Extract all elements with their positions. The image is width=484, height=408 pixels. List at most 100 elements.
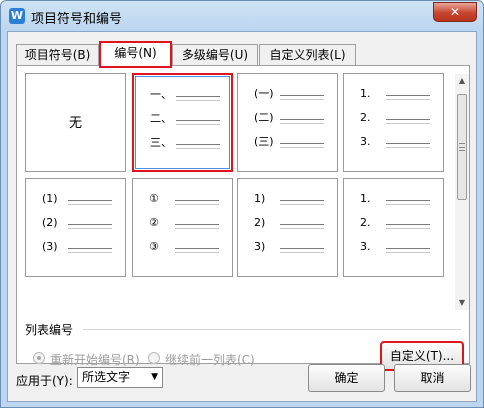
apply-to-select[interactable]: 所选文字 ▼ — [77, 367, 163, 388]
number-mark: 二、 — [150, 112, 172, 125]
text-placeholder-line — [280, 95, 324, 96]
numbering-style-option[interactable]: 1. 2. 3. — [343, 178, 444, 277]
apply-to-value: 所选文字 — [82, 370, 131, 384]
ok-button[interactable]: 确定 — [308, 364, 385, 392]
text-placeholder-line — [280, 248, 324, 249]
text-placeholder-line — [280, 123, 324, 124]
tab-bullets[interactable]: 项目符号(B) — [16, 44, 99, 66]
preview-line: 2. — [344, 216, 443, 230]
text-placeholder-line — [280, 204, 324, 205]
preview-line: 3. — [344, 135, 443, 149]
dialog-title: 项目符号和编号 — [31, 12, 123, 27]
text-placeholder-line — [386, 228, 430, 229]
text-placeholder-line — [176, 120, 220, 121]
text-placeholder-line — [175, 200, 219, 201]
text-placeholder-line — [386, 99, 430, 100]
text-placeholder-line — [175, 248, 219, 249]
number-mark: 三、 — [150, 136, 172, 149]
text-placeholder-line — [68, 228, 112, 229]
numbering-style-option[interactable]: 一、二、三、 — [132, 73, 233, 172]
text-placeholder-line — [386, 147, 430, 148]
cancel-button[interactable]: 取消 — [394, 364, 471, 392]
scroll-up-icon[interactable]: ▲ — [455, 74, 469, 88]
number-mark: ② — [149, 216, 159, 229]
tab-multilevel[interactable]: 多级编号(U) — [172, 44, 258, 66]
number-mark: 3. — [360, 135, 371, 148]
number-mark: 1) — [254, 192, 266, 205]
preview-line: 二、 — [134, 112, 231, 126]
text-placeholder-line — [176, 96, 220, 97]
scroll-thumb[interactable] — [457, 94, 467, 200]
number-mark: ③ — [149, 240, 159, 253]
numbering-style-option[interactable]: 1. 2. 3. — [343, 73, 444, 172]
numbering-style-option[interactable]: 1) 2) 3) — [237, 178, 338, 277]
text-placeholder-line — [386, 95, 430, 96]
preview-line: 3) — [238, 240, 337, 254]
preview-line: (3) — [26, 240, 125, 254]
text-placeholder-line — [280, 224, 324, 225]
tab-numbering[interactable]: 编号(N) — [99, 41, 172, 68]
number-mark: 2) — [254, 216, 266, 229]
text-placeholder-line — [280, 143, 324, 144]
dialog-body: 项目符号(B) 编号(N) 多级编号(U) 自定义列表(L) 无一、 二、 三、 (一… — [7, 31, 477, 402]
number-mark: (三) — [254, 135, 274, 148]
text-placeholder-line — [68, 200, 112, 201]
numbering-panel: 无 一、 二、 三、 (一) (二) (三) 1. 2. 3. (1) (2) (3) ① ② ③ 1) 2) 3)… — [16, 65, 470, 371]
text-placeholder-line — [280, 200, 324, 201]
numbering-style-option[interactable]: 无 — [25, 73, 126, 172]
text-placeholder-line — [176, 148, 220, 149]
text-placeholder-line — [176, 124, 220, 125]
number-mark: 2. — [360, 216, 371, 229]
preview-line: ② — [133, 216, 232, 230]
number-mark: 1. — [360, 192, 371, 205]
preview-line: 3. — [344, 240, 443, 254]
text-placeholder-line — [175, 204, 219, 205]
close-button[interactable]: ✕ — [433, 2, 477, 22]
preview-line: 2) — [238, 216, 337, 230]
preview-line: (一) — [238, 87, 337, 101]
text-placeholder-line — [176, 100, 220, 101]
text-placeholder-line — [386, 119, 430, 120]
text-placeholder-line — [175, 228, 219, 229]
text-placeholder-line — [175, 252, 219, 253]
section-divider — [83, 329, 461, 330]
gallery-scrollbar[interactable]: ▲ ▼ — [455, 74, 469, 310]
text-placeholder-line — [386, 143, 430, 144]
number-mark: (3) — [42, 240, 58, 253]
text-placeholder-line — [280, 147, 324, 148]
numbering-style-option[interactable]: (1) (2) (3) — [25, 178, 126, 277]
tab-custom-list[interactable]: 自定义列表(L) — [259, 44, 356, 66]
text-placeholder-line — [280, 228, 324, 229]
continue-list-label: 继续前一列表(C) — [165, 353, 255, 367]
title-bar[interactable]: W 项目符号和编号 ✕ — [1, 1, 483, 31]
text-placeholder-line — [280, 252, 324, 253]
text-placeholder-line — [176, 144, 220, 145]
numbering-style-option[interactable]: (一) (二) (三) — [237, 73, 338, 172]
radio-dot-icon — [33, 352, 45, 364]
number-mark: (2) — [42, 216, 58, 229]
number-mark: 2. — [360, 111, 371, 124]
text-placeholder-line — [280, 119, 324, 120]
number-mark: 3. — [360, 240, 371, 253]
preview-line: 1. — [344, 192, 443, 206]
scroll-down-icon[interactable]: ▼ — [455, 296, 469, 310]
text-placeholder-line — [386, 224, 430, 225]
text-placeholder-line — [68, 224, 112, 225]
number-mark: (1) — [42, 192, 58, 205]
preview-line: 一、 — [134, 88, 231, 102]
wps-app-icon: W — [9, 8, 25, 24]
number-mark: 1. — [360, 87, 371, 100]
text-placeholder-line — [386, 252, 430, 253]
preview-line: 2. — [344, 111, 443, 125]
preview-line: (三) — [238, 135, 337, 149]
restart-numbering-label: 重新开始编号(R) — [50, 353, 140, 367]
text-placeholder-line — [386, 123, 430, 124]
numbering-gallery: 无 一、 二、 三、 (一) (二) (三) 1. 2. 3. (1) (2) (3) ① ② ③ 1) 2) 3)… — [25, 73, 450, 311]
text-placeholder-line — [68, 248, 112, 249]
list-numbering-label: 列表编号 — [25, 323, 74, 337]
numbering-style-option[interactable]: ① ② ③ — [132, 178, 233, 277]
radio-dot-icon — [148, 352, 160, 364]
text-placeholder-line — [68, 252, 112, 253]
preview-line: (二) — [238, 111, 337, 125]
text-placeholder-line — [280, 99, 324, 100]
